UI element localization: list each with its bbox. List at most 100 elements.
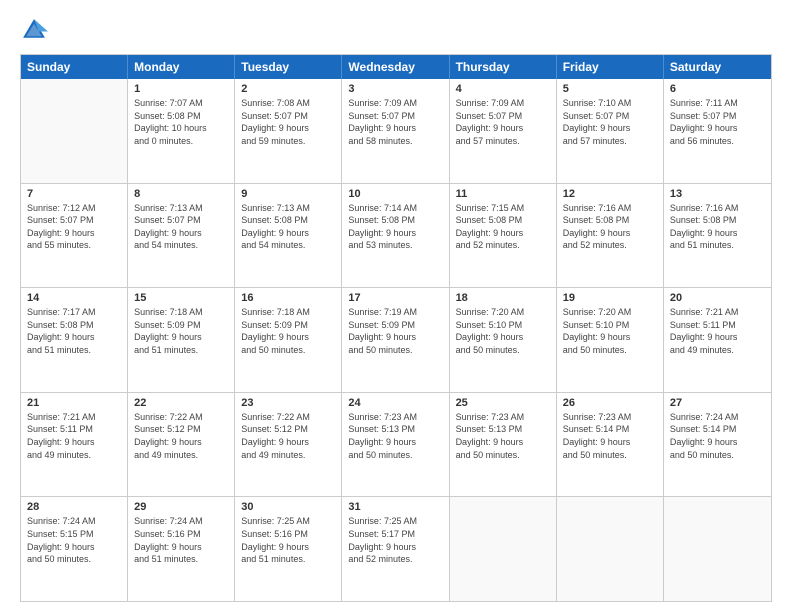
day-info: Sunrise: 7:16 AMSunset: 5:08 PMDaylight:…	[563, 202, 657, 252]
calendar-day-cell: 31 Sunrise: 7:25 AMSunset: 5:17 PMDayligh…	[342, 497, 449, 601]
day-info: Sunrise: 7:23 AMSunset: 5:14 PMDaylight:…	[563, 411, 657, 461]
day-number: 29	[134, 501, 228, 513]
day-number: 30	[241, 501, 335, 513]
calendar-day-cell: 8 Sunrise: 7:13 AMSunset: 5:07 PMDaylight…	[128, 184, 235, 288]
day-number: 11	[456, 188, 550, 200]
calendar-day-cell: 6 Sunrise: 7:11 AMSunset: 5:07 PMDaylight…	[664, 79, 771, 183]
day-number: 5	[563, 83, 657, 95]
calendar-day-cell: 27 Sunrise: 7:24 AMSunset: 5:14 PMDayligh…	[664, 393, 771, 497]
calendar-day-cell: 10 Sunrise: 7:14 AMSunset: 5:08 PMDayligh…	[342, 184, 449, 288]
day-info: Sunrise: 7:25 AMSunset: 5:16 PMDaylight:…	[241, 515, 335, 565]
day-number: 2	[241, 83, 335, 95]
day-number: 9	[241, 188, 335, 200]
logo	[20, 16, 50, 44]
day-number: 21	[27, 397, 121, 409]
day-number: 27	[670, 397, 765, 409]
calendar-header-cell: Sunday	[21, 55, 128, 79]
calendar-day-cell: 25 Sunrise: 7:23 AMSunset: 5:13 PMDayligh…	[450, 393, 557, 497]
calendar-day-cell: 12 Sunrise: 7:16 AMSunset: 5:08 PMDayligh…	[557, 184, 664, 288]
calendar-day-cell	[557, 497, 664, 601]
calendar-day-cell: 1Sunrise: 7:07 AMSunset: 5:08 PMDaylight…	[128, 79, 235, 183]
day-info: Sunrise: 7:17 AMSunset: 5:08 PMDaylight:…	[27, 306, 121, 356]
day-info: Sunrise: 7:14 AMSunset: 5:08 PMDaylight:…	[348, 202, 442, 252]
day-number: 16	[241, 292, 335, 304]
calendar-week-row: 21 Sunrise: 7:21 AMSunset: 5:11 PMDayligh…	[21, 393, 771, 498]
day-info: Sunrise: 7:16 AMSunset: 5:08 PMDaylight:…	[670, 202, 765, 252]
day-info: Sunrise: 7:12 AMSunset: 5:07 PMDaylight:…	[27, 202, 121, 252]
calendar-day-cell: 29 Sunrise: 7:24 AMSunset: 5:16 PMDayligh…	[128, 497, 235, 601]
day-info: Sunrise: 7:21 AMSunset: 5:11 PMDaylight:…	[27, 411, 121, 461]
calendar-day-cell	[664, 497, 771, 601]
day-number: 31	[348, 501, 442, 513]
calendar-header-cell: Friday	[557, 55, 664, 79]
day-info: Sunrise: 7:08 AMSunset: 5:07 PMDaylight:…	[241, 97, 335, 147]
calendar-day-cell: 4 Sunrise: 7:09 AMSunset: 5:07 PMDaylight…	[450, 79, 557, 183]
day-info: Sunrise: 7:20 AMSunset: 5:10 PMDaylight:…	[563, 306, 657, 356]
day-info: Sunrise: 7:23 AMSunset: 5:13 PMDaylight:…	[456, 411, 550, 461]
day-info: Sunrise: 7:09 AMSunset: 5:07 PMDaylight:…	[456, 97, 550, 147]
day-number: 8	[134, 188, 228, 200]
day-info: Sunrise: 7:19 AMSunset: 5:09 PMDaylight:…	[348, 306, 442, 356]
calendar-week-row: 1Sunrise: 7:07 AMSunset: 5:08 PMDaylight…	[21, 79, 771, 184]
day-number: 26	[563, 397, 657, 409]
calendar-day-cell: 22 Sunrise: 7:22 AMSunset: 5:12 PMDayligh…	[128, 393, 235, 497]
day-number: 10	[348, 188, 442, 200]
calendar-day-cell: 14 Sunrise: 7:17 AMSunset: 5:08 PMDayligh…	[21, 288, 128, 392]
calendar-day-cell: 28 Sunrise: 7:24 AMSunset: 5:15 PMDayligh…	[21, 497, 128, 601]
logo-icon	[20, 16, 48, 44]
day-info: Sunrise: 7:25 AMSunset: 5:17 PMDaylight:…	[348, 515, 442, 565]
day-info: Sunrise: 7:11 AMSunset: 5:07 PMDaylight:…	[670, 97, 765, 147]
day-info: Sunrise: 7:18 AMSunset: 5:09 PMDaylight:…	[134, 306, 228, 356]
calendar-day-cell	[450, 497, 557, 601]
calendar-header-cell: Wednesday	[342, 55, 449, 79]
day-number: 18	[456, 292, 550, 304]
day-info: Sunrise: 7:09 AMSunset: 5:07 PMDaylight:…	[348, 97, 442, 147]
day-number: 23	[241, 397, 335, 409]
calendar-header-cell: Saturday	[664, 55, 771, 79]
day-number: 1	[134, 83, 228, 95]
day-info: Sunrise: 7:21 AMSunset: 5:11 PMDaylight:…	[670, 306, 765, 356]
calendar-body: 1Sunrise: 7:07 AMSunset: 5:08 PMDaylight…	[21, 79, 771, 601]
day-number: 22	[134, 397, 228, 409]
calendar-day-cell: 15 Sunrise: 7:18 AMSunset: 5:09 PMDayligh…	[128, 288, 235, 392]
calendar-day-cell: 7Sunrise: 7:12 AMSunset: 5:07 PMDaylight…	[21, 184, 128, 288]
day-number: 19	[563, 292, 657, 304]
calendar-day-cell: 18 Sunrise: 7:20 AMSunset: 5:10 PMDayligh…	[450, 288, 557, 392]
calendar-day-cell: 9 Sunrise: 7:13 AMSunset: 5:08 PMDaylight…	[235, 184, 342, 288]
calendar-day-cell: 13Sunrise: 7:16 AMSunset: 5:08 PMDayligh…	[664, 184, 771, 288]
calendar-day-cell: 17Sunrise: 7:19 AMSunset: 5:09 PMDayligh…	[342, 288, 449, 392]
day-info: Sunrise: 7:24 AMSunset: 5:14 PMDaylight:…	[670, 411, 765, 461]
calendar-day-cell: 16Sunrise: 7:18 AMSunset: 5:09 PMDayligh…	[235, 288, 342, 392]
day-number: 25	[456, 397, 550, 409]
day-number: 4	[456, 83, 550, 95]
day-info: Sunrise: 7:24 AMSunset: 5:15 PMDaylight:…	[27, 515, 121, 565]
day-info: Sunrise: 7:13 AMSunset: 5:08 PMDaylight:…	[241, 202, 335, 252]
day-info: Sunrise: 7:10 AMSunset: 5:07 PMDaylight:…	[563, 97, 657, 147]
calendar-day-cell: 21 Sunrise: 7:21 AMSunset: 5:11 PMDayligh…	[21, 393, 128, 497]
calendar-day-cell	[21, 79, 128, 183]
calendar-header-cell: Tuesday	[235, 55, 342, 79]
calendar-day-cell: 20 Sunrise: 7:21 AMSunset: 5:11 PMDayligh…	[664, 288, 771, 392]
day-number: 20	[670, 292, 765, 304]
day-number: 6	[670, 83, 765, 95]
day-info: Sunrise: 7:22 AMSunset: 5:12 PMDaylight:…	[241, 411, 335, 461]
calendar-day-cell: 24Sunrise: 7:23 AMSunset: 5:13 PMDayligh…	[342, 393, 449, 497]
day-info: Sunrise: 7:22 AMSunset: 5:12 PMDaylight:…	[134, 411, 228, 461]
day-info: Sunrise: 7:13 AMSunset: 5:07 PMDaylight:…	[134, 202, 228, 252]
day-number: 28	[27, 501, 121, 513]
page: SundayMondayTuesdayWednesdayThursdayFrid…	[0, 0, 792, 612]
calendar-day-cell: 19 Sunrise: 7:20 AMSunset: 5:10 PMDayligh…	[557, 288, 664, 392]
day-number: 15	[134, 292, 228, 304]
day-number: 12	[563, 188, 657, 200]
calendar-day-cell: 26 Sunrise: 7:23 AMSunset: 5:14 PMDayligh…	[557, 393, 664, 497]
calendar-header-cell: Monday	[128, 55, 235, 79]
day-info: Sunrise: 7:24 AMSunset: 5:16 PMDaylight:…	[134, 515, 228, 565]
calendar-day-cell: 30 Sunrise: 7:25 AMSunset: 5:16 PMDayligh…	[235, 497, 342, 601]
day-info: Sunrise: 7:20 AMSunset: 5:10 PMDaylight:…	[456, 306, 550, 356]
calendar-week-row: 28 Sunrise: 7:24 AMSunset: 5:15 PMDayligh…	[21, 497, 771, 601]
day-number: 14	[27, 292, 121, 304]
calendar-week-row: 14 Sunrise: 7:17 AMSunset: 5:08 PMDayligh…	[21, 288, 771, 393]
day-number: 3	[348, 83, 442, 95]
day-number: 24	[348, 397, 442, 409]
calendar-day-cell: 2 Sunrise: 7:08 AMSunset: 5:07 PMDaylight…	[235, 79, 342, 183]
